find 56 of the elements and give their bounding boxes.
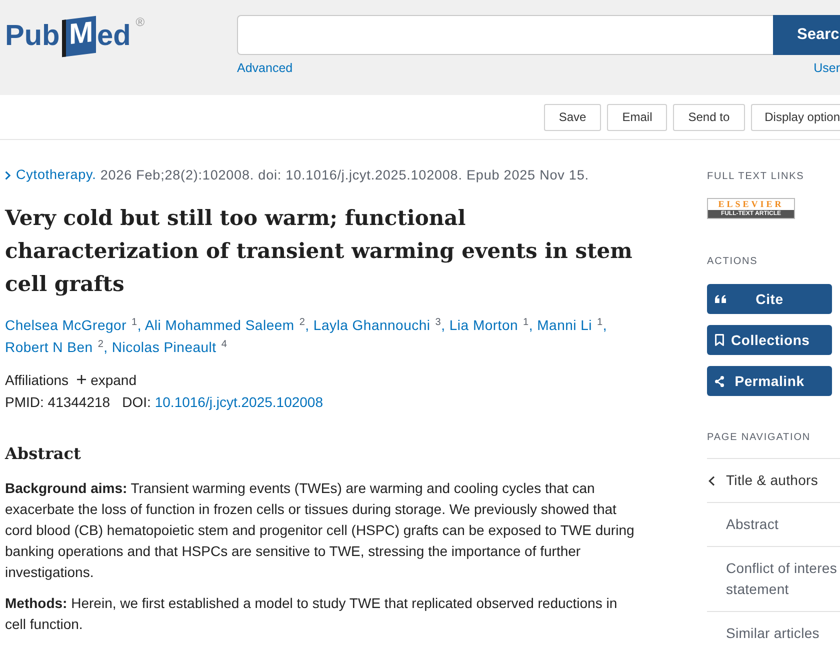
abstract-heading: Abstract xyxy=(5,442,82,464)
article-title: Very cold but still too warm; functional characterization of transient warming events in stem cell grafts xyxy=(5,204,634,298)
author-link[interactable]: Lia Morton xyxy=(449,316,518,332)
chevron-left-icon xyxy=(708,476,715,486)
section-heading: PAGE NAVIGATION xyxy=(707,431,812,445)
chevron-right-icon xyxy=(5,170,11,180)
bookmark-icon xyxy=(715,334,724,346)
action-button[interactable]: Collections xyxy=(707,325,832,355)
section-heading: ACTIONS xyxy=(707,255,759,269)
citation-details: 2026 Feb;28(2):102008. doi: 10.1016/j.jcyt.2025.102008. Epub 2025 Nov 15. xyxy=(100,168,589,182)
author-separator: , xyxy=(528,316,533,332)
section-heading: FULL TEXT LINKS xyxy=(707,170,806,184)
toolbar-button[interactable]: Display option xyxy=(750,104,840,130)
author-separator: , xyxy=(602,316,607,332)
doi-link[interactable]: 10.1016/j.jcyt.2025.102008 xyxy=(154,394,323,410)
author-separator: , xyxy=(441,316,446,332)
affiliation-ref[interactable]: 4 xyxy=(221,338,228,350)
doi-label: DOI: xyxy=(122,394,151,410)
author-link[interactable]: Nicolas Pineault xyxy=(112,338,216,354)
search-field[interactable] xyxy=(237,15,773,55)
abstract-paragraph: Background aims: Transient warming events (TWEs) are warming and cooling cycles that can exacerbate the loss of function in frozen cells or tissues during storage. We previously showed that cord blood (CB) hematopoietic stem and progenitor cell (HSPC) grafts can be exposed to TWE during banking operations and that HSPCs are sensitive to TWE, stressing the importance of further investigations. xyxy=(5,478,636,582)
affiliation-ref[interactable]: 2 xyxy=(98,338,104,350)
author-link[interactable]: Manni Li xyxy=(537,316,592,332)
author-link[interactable]: Robert N Ben xyxy=(5,338,93,354)
affiliation-ref[interactable]: 1 xyxy=(523,316,529,328)
author-separator: , xyxy=(137,316,142,332)
author-separator: , xyxy=(305,316,310,332)
plus-icon xyxy=(76,375,86,384)
journal-link[interactable]: Cytotherapy. xyxy=(5,166,96,184)
search-button[interactable]: Searc xyxy=(773,15,840,55)
page-nav-link[interactable]: Abstract xyxy=(707,503,840,547)
author-link[interactable]: Layla Ghannouchi xyxy=(313,316,430,332)
expand-button[interactable]: expand xyxy=(76,368,136,390)
author-link[interactable]: Chelsea McGregor xyxy=(5,316,126,332)
toolbar-button[interactable]: Save xyxy=(544,104,602,130)
affiliation-ref[interactable]: 1 xyxy=(597,316,603,328)
affiliation-ref[interactable]: 1 xyxy=(132,316,138,328)
user-link[interactable]: User xyxy=(814,61,840,75)
affiliations-label: Affiliations xyxy=(5,370,69,390)
action-button[interactable]: Permalink xyxy=(707,366,832,396)
pmid-text: PMID: 41344218 xyxy=(5,394,110,410)
toolbar-button[interactable]: Email xyxy=(607,104,668,130)
affiliation-ref[interactable]: 3 xyxy=(435,316,442,328)
pubmed-logo[interactable]: Pub M ed ® xyxy=(5,18,145,55)
page-nav-link[interactable]: Title & authors xyxy=(707,459,840,503)
author-separator: , xyxy=(104,338,108,354)
share-icon xyxy=(715,376,724,386)
action-button[interactable]: Cite xyxy=(707,284,832,314)
page-nav-link[interactable]: Similar articles xyxy=(707,612,840,650)
toolbar-button[interactable]: Send to xyxy=(673,104,745,130)
author-link[interactable]: Ali Mohammed Saleem xyxy=(144,316,294,332)
advanced-search-link[interactable]: Advanced xyxy=(237,61,293,75)
page-nav-link[interactable]: Conflict of interes statement xyxy=(707,547,840,612)
quote-icon xyxy=(715,295,726,303)
affiliation-ref[interactable]: 2 xyxy=(299,316,306,328)
abstract-paragraph: Methods: Herein, we first established a model to study TWE that replicated observed reductions in cell function. xyxy=(5,594,618,634)
